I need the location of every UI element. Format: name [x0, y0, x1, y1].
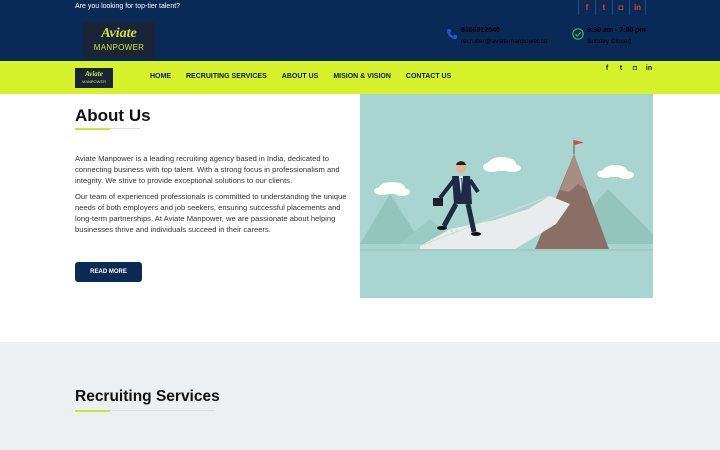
services-divider [110, 410, 215, 411]
tagline: Are you looking for top-tier talent? [75, 3, 181, 10]
heading-divider [110, 128, 140, 129]
phone-icon [447, 29, 457, 39]
twitter-icon[interactable]: t [595, 0, 612, 15]
nav-social-links: f t ◘ in [600, 64, 656, 74]
about-paragraph-2: Our team of experienced professionals is… [75, 192, 347, 234]
nav-logo[interactable]: Aviate MANPOWER [75, 68, 113, 88]
heading-accent-line [75, 128, 110, 130]
nav-logo-text: Aviate [85, 70, 103, 78]
closed-day: Sunday Closed [587, 38, 632, 45]
top-social-links: f t ◘ in [578, 0, 646, 15]
services-heading: Recruiting Services [75, 388, 220, 405]
opening-hours: 9:30 am - 7:00 pm [587, 27, 646, 34]
linkedin-icon[interactable]: in [629, 0, 646, 15]
logo-text: Aviate [101, 26, 137, 41]
instagram-icon[interactable]: ◘ [612, 0, 629, 15]
facebook-icon[interactable]: f [578, 0, 595, 15]
top-bar: Are you looking for top-tier talent? f t… [0, 0, 720, 15]
linkedin-icon[interactable]: in [642, 64, 656, 74]
nav-item-recruiting-services[interactable]: RECRUITING SERVICES [186, 72, 267, 82]
phone-number[interactable]: 8356912040 [461, 26, 500, 36]
nav-item-contact-us[interactable]: CONTACT US [406, 72, 451, 82]
twitter-icon[interactable]: t [614, 64, 628, 74]
facebook-icon[interactable]: f [600, 64, 614, 74]
main-navigation: Aviate MANPOWER HOME RECRUITING SERVICES… [0, 61, 720, 94]
site-logo[interactable]: Aviate MANPOWER [83, 22, 155, 58]
check-circle-icon [572, 28, 584, 40]
services-accent-line [75, 410, 110, 412]
nav-item-mision-vision[interactable]: MISION & VISION [333, 72, 391, 82]
email-address[interactable]: recruiter@aviatemanpower.co [461, 37, 547, 47]
nav-menu: HOME RECRUITING SERVICES ABOUT US MISION… [150, 72, 466, 82]
read-more-button[interactable]: READ MORE [75, 262, 142, 282]
about-illustration [360, 94, 653, 298]
nav-logo-subtext: MANPOWER [82, 79, 106, 84]
logo-subtext: MANPOWER [93, 43, 145, 52]
about-paragraph-1: Aviate Manpower is a leading recruiting … [75, 154, 340, 185]
nav-item-home[interactable]: HOME [150, 72, 171, 82]
about-heading: About Us [75, 106, 151, 125]
instagram-icon[interactable]: ◘ [628, 64, 642, 74]
nav-item-about-us[interactable]: ABOUT US [282, 72, 319, 82]
